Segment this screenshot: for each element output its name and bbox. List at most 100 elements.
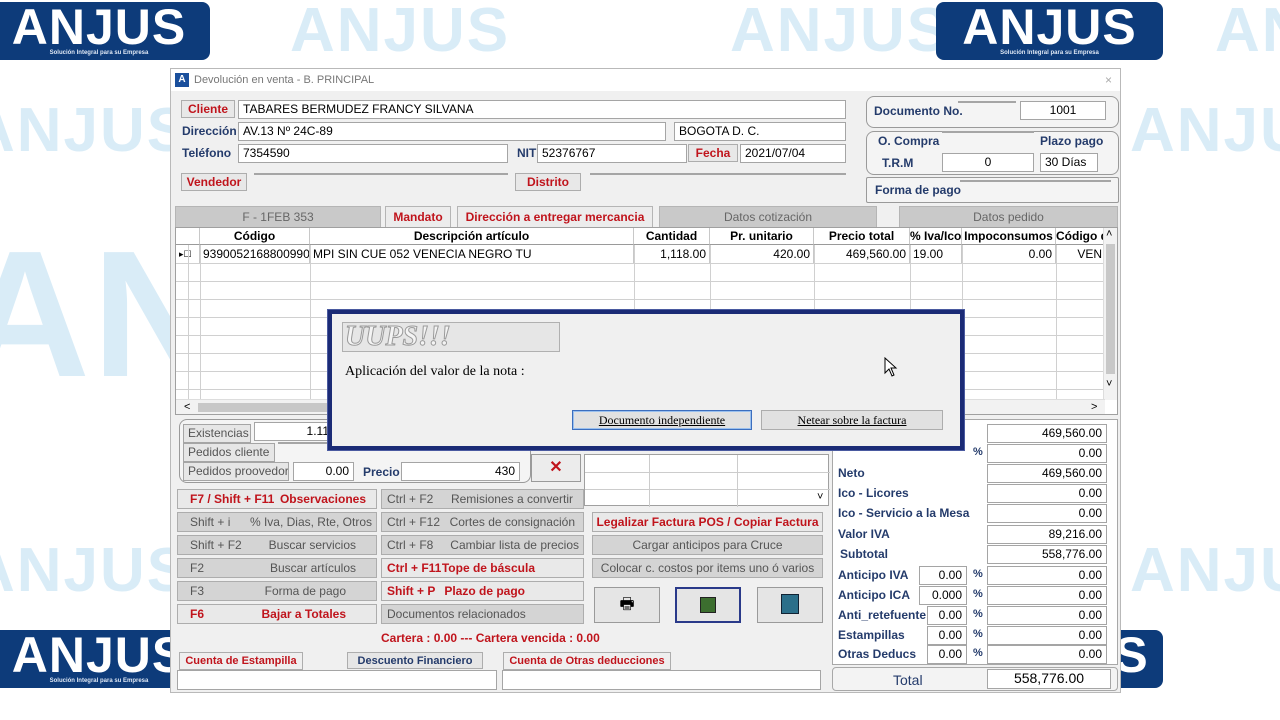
grid-header-impoconsumos[interactable]: Impoconsumos xyxy=(962,228,1056,245)
centros-costos-button[interactable]: Colocar c. costos por items uno ó varios xyxy=(592,558,823,578)
window-title: Devolución en venta - B. PRINCIPAL xyxy=(194,74,375,86)
distrito-field[interactable] xyxy=(590,173,846,175)
cliente-button[interactable]: Cliente xyxy=(181,100,235,118)
grid-header-pr-unitario[interactable]: Pr. unitario xyxy=(710,228,814,245)
ocompra-field[interactable] xyxy=(942,131,1034,133)
fecha-button[interactable]: Fecha xyxy=(688,144,738,162)
pedidos-proveedor-field[interactable]: 0.00 xyxy=(293,462,354,481)
cell-descripcion[interactable]: MPI SIN CUE 052 VENECIA NEGRO TU xyxy=(310,245,634,263)
grid-header-descripcion[interactable]: Descripción artículo xyxy=(310,228,634,245)
grid-header-codigo-d[interactable]: Código d xyxy=(1056,228,1106,245)
forma-pago-button[interactable]: F3 Forma de pago xyxy=(177,581,377,601)
plazo-pago-field[interactable]: 30 Días xyxy=(1040,153,1098,172)
vendedor-field[interactable] xyxy=(254,173,508,175)
distrito-button[interactable]: Distrito xyxy=(515,173,581,191)
bajar-totales-button[interactable]: F6 Bajar a Totales xyxy=(177,604,377,624)
grid-header-cantidad[interactable]: Cantidad xyxy=(634,228,710,245)
telefono-field[interactable]: 7354590 xyxy=(238,144,508,163)
cell-codigo-d[interactable]: VEN xyxy=(1056,245,1106,263)
scroll-left-icon[interactable]: < xyxy=(184,400,190,414)
ico-mesa-value[interactable]: 0.00 xyxy=(987,504,1107,523)
nit-field[interactable]: 52376767 xyxy=(537,144,687,163)
remisiones-button[interactable]: Ctrl + F2 Remisiones a convertir xyxy=(381,489,584,509)
trm-field[interactable]: 0 xyxy=(942,153,1034,172)
exit-button[interactable] xyxy=(757,587,823,623)
cuenta-estampilla-field[interactable] xyxy=(177,670,497,690)
watermark-text: ANJUS xyxy=(0,96,191,165)
otras-deducciones-field[interactable] xyxy=(502,670,821,690)
neto-value[interactable]: 469,560.00 xyxy=(987,464,1107,483)
table-row[interactable]: ▸☐ 9390052168800990 MPI SIN CUE 052 VENE… xyxy=(176,245,1106,263)
tab-mandato[interactable]: Mandato xyxy=(385,206,451,228)
buscar-articulos-button[interactable]: F2 Buscar artículos xyxy=(177,558,377,578)
bruto-value[interactable]: 469,560.00 xyxy=(987,424,1107,443)
anticipo-ica-value[interactable]: 0.00 xyxy=(987,586,1107,605)
legalizar-factura-button[interactable]: Legalizar Factura POS / Copiar Factura xyxy=(592,512,823,532)
otras-deducs-value[interactable]: 0.00 xyxy=(987,645,1107,664)
cell-codigo[interactable]: 9390052168800990 xyxy=(200,245,310,263)
netear-factura-button[interactable]: Netear sobre la factura xyxy=(761,410,943,430)
cell-precio-total[interactable]: 469,560.00 xyxy=(814,245,910,263)
anticipo-ica-pct[interactable]: 0.000 xyxy=(919,586,967,605)
cell-pr-unitario[interactable]: 420.00 xyxy=(710,245,814,263)
total-value[interactable]: 558,776.00 xyxy=(987,669,1111,689)
scroll-down-icon[interactable]: ˅ xyxy=(1106,378,1112,390)
cell-cantidad[interactable]: 1,118.00 xyxy=(634,245,710,263)
otras-deducciones-button[interactable]: Cuenta de Otras deducciones xyxy=(503,652,671,670)
existencias-field[interactable]: 1.11 xyxy=(254,422,334,441)
estampillas-value[interactable]: 0.00 xyxy=(987,626,1107,645)
observaciones-button[interactable]: F7 / Shift + F11 Observaciones xyxy=(177,489,377,509)
grid-vertical-scrollbar[interactable]: ˄ ˅ xyxy=(1103,228,1117,400)
vendedor-button[interactable]: Vendedor xyxy=(181,173,247,191)
documento-number-field[interactable]: 1001 xyxy=(1020,101,1106,120)
cambiar-lista-button[interactable]: Ctrl + F8 Cambiar lista de precios xyxy=(381,535,584,555)
iva-value[interactable]: 89,216.00 xyxy=(987,525,1107,544)
grid-header-iva[interactable]: % Iva/Ico xyxy=(910,228,962,245)
cargar-anticipos-button[interactable]: Cargar anticipos para Cruce xyxy=(592,535,823,555)
print-button[interactable]: 🖶 xyxy=(594,587,660,623)
grid-header-precio-total[interactable]: Precio total xyxy=(814,228,910,245)
secondary-grid[interactable]: ˅ xyxy=(584,454,830,507)
tab-direccion-entrega[interactable]: Dirección a entregar mercancia xyxy=(457,206,653,228)
plazo-pago-button[interactable]: Shift + P Plazo de pago xyxy=(381,581,584,601)
tab-datos-cotizacion[interactable]: Datos cotización xyxy=(659,206,877,228)
documentos-relacionados-button[interactable]: Documentos relacionados xyxy=(381,604,584,624)
precio-field[interactable]: 430 xyxy=(401,462,520,481)
subtotal-value[interactable]: 558,776.00 xyxy=(987,545,1107,564)
descuento-financiero-button[interactable]: Descuento Financiero xyxy=(347,652,483,669)
estampillas-pct[interactable]: 0.00 xyxy=(927,626,967,645)
save-button[interactable] xyxy=(675,587,741,623)
documento-prefix-field[interactable] xyxy=(958,101,1016,103)
close-icon[interactable]: × xyxy=(1105,69,1112,91)
otras-deducs-pct[interactable]: 0.00 xyxy=(927,645,967,664)
scroll-thumb[interactable] xyxy=(1106,244,1115,374)
anticipo-iva-value[interactable]: 0.00 xyxy=(987,566,1107,585)
cuenta-estampilla-button[interactable]: Cuenta de Estampilla xyxy=(179,652,303,670)
direccion-field[interactable]: AV.13 Nº 24C-89 xyxy=(238,122,666,141)
ico-licores-value[interactable]: 0.00 xyxy=(987,484,1107,503)
fecha-field[interactable]: 2021/07/04 xyxy=(740,144,846,163)
ciudad-field[interactable]: BOGOTA D. C. xyxy=(674,122,846,141)
tope-bascula-button[interactable]: Ctrl + F11 Tope de báscula xyxy=(381,558,584,578)
descuento-value[interactable]: 0.00 xyxy=(987,444,1107,463)
tab-factura[interactable]: F - 1FEB 353 xyxy=(175,206,381,228)
scroll-down-icon[interactable]: ˅ xyxy=(817,491,823,503)
cell-impoconsumos[interactable]: 0.00 xyxy=(962,245,1056,263)
documento-independiente-button[interactable]: Documento independiente xyxy=(572,410,752,430)
scroll-thumb[interactable] xyxy=(198,403,328,412)
scroll-right-icon[interactable]: > xyxy=(1091,400,1097,414)
delete-button[interactable]: ✕ xyxy=(531,454,581,482)
grid-header-codigo[interactable]: Código xyxy=(200,228,310,245)
cell-iva[interactable]: 19.00 xyxy=(910,245,962,263)
cortes-consignacion-button[interactable]: Ctrl + F12 Cortes de consignación xyxy=(381,512,584,532)
anti-retefuente-value[interactable]: 0.00 xyxy=(987,606,1107,625)
tab-datos-pedido[interactable]: Datos pedido xyxy=(899,206,1118,228)
anti-retefuente-pct[interactable]: 0.00 xyxy=(927,606,967,625)
iva-dias-button[interactable]: Shift + i % Iva, Dias, Rte, Otros xyxy=(177,512,377,532)
forma-pago-field[interactable] xyxy=(960,180,1111,182)
scroll-up-icon[interactable]: ˄ xyxy=(1106,228,1112,240)
ico-licores-label: Ico - Licores xyxy=(838,486,909,500)
cliente-field[interactable]: TABARES BERMUDEZ FRANCY SILVANA xyxy=(238,100,846,119)
buscar-servicios-button[interactable]: Shift + F2 Buscar servicios xyxy=(177,535,377,555)
anticipo-iva-pct[interactable]: 0.00 xyxy=(919,566,967,585)
